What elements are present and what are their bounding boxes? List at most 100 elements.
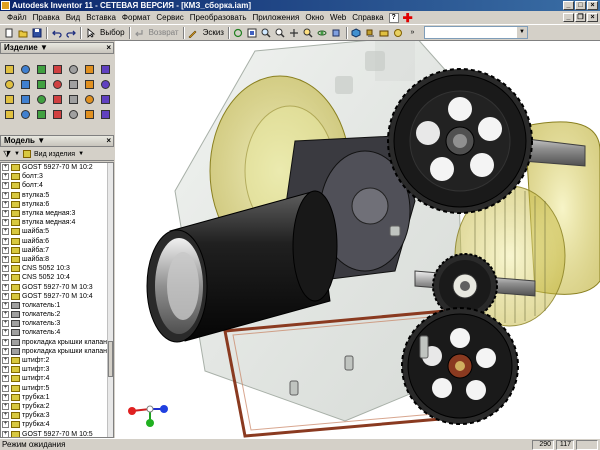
close-icon[interactable]: ×	[106, 43, 111, 53]
orbit-icon[interactable]	[316, 26, 329, 39]
tree-item[interactable]: + CNS 5052 10:4	[1, 273, 113, 282]
frame-icon[interactable]	[19, 108, 32, 121]
camera-icon[interactable]	[378, 26, 391, 39]
tree-item[interactable]: + втулка:5	[1, 191, 113, 200]
pattern-icon[interactable]	[35, 63, 48, 76]
analysis-icon[interactable]	[99, 108, 112, 121]
tree-item[interactable]: + штифт:3	[1, 365, 113, 374]
browser-panel-header[interactable]: Модель ▼ ×	[0, 135, 114, 147]
look-at-icon[interactable]	[330, 26, 343, 39]
make-layout-icon[interactable]	[35, 93, 48, 106]
chevron-down-icon[interactable]: ▼	[78, 151, 84, 157]
motion-icon[interactable]	[67, 63, 80, 76]
tree-item[interactable]: + шайба:8	[1, 255, 113, 264]
minimize-button[interactable]: _	[563, 1, 574, 10]
tree-item[interactable]: + трубка:4	[1, 420, 113, 429]
full-view-icon[interactable]	[83, 78, 96, 91]
design-accelerator-icon[interactable]	[35, 108, 48, 121]
expand-icon[interactable]: +	[2, 347, 9, 355]
select-button[interactable]: Выбор	[98, 26, 127, 39]
tree-item[interactable]: + втулка медная:3	[1, 209, 113, 218]
work-plane-icon[interactable]	[51, 93, 64, 106]
assembly-model-render[interactable]	[115, 41, 600, 438]
tree-item[interactable]: + шайба:6	[1, 237, 113, 246]
tree-item[interactable]: + толкатель:1	[1, 301, 113, 310]
section-icon[interactable]	[35, 78, 48, 91]
expand-icon[interactable]: +	[2, 338, 9, 346]
tree-item[interactable]: + втулка:6	[1, 200, 113, 209]
upper-gear[interactable]	[387, 68, 533, 214]
expand-icon[interactable]: +	[2, 357, 9, 365]
tree-item[interactable]: + GOST 5927-70 M 10:3	[1, 282, 113, 291]
work-point-icon[interactable]	[83, 93, 96, 106]
expand-icon[interactable]: +	[2, 164, 9, 172]
tree-item[interactable]: + CNS 5052 10:3	[1, 264, 113, 273]
tree-item[interactable]: + штифт:5	[1, 384, 113, 393]
chevron-down-icon[interactable]: ▼	[40, 43, 48, 52]
color-combo[interactable]: ▼	[423, 26, 528, 39]
expand-icon[interactable]: +	[2, 191, 9, 199]
new-file-icon[interactable]	[2, 26, 15, 39]
close-button[interactable]: ×	[587, 1, 598, 10]
toolbar-more-icon[interactable]: »	[406, 26, 419, 39]
chevron-down-icon[interactable]: ▼	[14, 151, 20, 157]
expand-icon[interactable]: +	[2, 366, 9, 374]
scrollbar-thumb[interactable]	[108, 341, 113, 377]
expand-icon[interactable]: +	[2, 384, 9, 392]
tree-item[interactable]: + прокладка крышки клапан	[1, 338, 113, 347]
expand-icon[interactable]: +	[2, 182, 9, 190]
menu-applications[interactable]: Приложения	[250, 11, 303, 25]
tree-item[interactable]: + болт:3	[1, 172, 113, 181]
tree-item[interactable]: + болт:4	[1, 181, 113, 190]
menu-format[interactable]: Формат	[119, 11, 153, 25]
expand-icon[interactable]: +	[2, 228, 9, 236]
pan-icon[interactable]	[288, 26, 301, 39]
tree-item[interactable]: + трубка:1	[1, 393, 113, 402]
shadow-icon[interactable]	[364, 26, 377, 39]
menu-convert[interactable]: Преобразовать	[187, 11, 250, 25]
tree-item[interactable]: + трубка:2	[1, 402, 113, 411]
expand-icon[interactable]: +	[2, 292, 9, 300]
tree-item[interactable]: + штифт:2	[1, 356, 113, 365]
tree-item[interactable]: + шайба:7	[1, 246, 113, 255]
sketch-button[interactable]: Эскиз	[201, 26, 226, 39]
select-arrow-icon[interactable]	[84, 26, 97, 39]
tree-item[interactable]: + трубка:3	[1, 411, 113, 420]
create-component-icon[interactable]	[19, 63, 32, 76]
maximize-button[interactable]: □	[575, 1, 586, 10]
expand-icon[interactable]: +	[2, 200, 9, 208]
zoom-all-icon[interactable]	[246, 26, 259, 39]
constraint-icon[interactable]	[51, 63, 64, 76]
menu-web[interactable]: Web	[327, 11, 349, 25]
tree-item[interactable]: + толкатель:2	[1, 310, 113, 319]
sketch-icon[interactable]	[187, 26, 200, 39]
tree-item[interactable]: + втулка медная:4	[1, 218, 113, 227]
redo-icon[interactable]	[64, 26, 77, 39]
tree-item[interactable]: + толкатель:3	[1, 319, 113, 328]
expand-icon[interactable]: +	[2, 421, 9, 429]
expand-icon[interactable]: +	[2, 375, 9, 383]
help-icon[interactable]: ?	[388, 12, 399, 23]
work-axis-icon[interactable]	[67, 93, 80, 106]
tree-item[interactable]: + GOST 5927-70 M 10:4	[1, 292, 113, 301]
chevron-down-icon[interactable]: ▼	[37, 136, 45, 145]
zoom-icon[interactable]	[274, 26, 287, 39]
doc-restore-button[interactable]: ❐	[575, 13, 586, 22]
filter-icon[interactable]: ⧩	[3, 149, 11, 160]
expand-icon[interactable]: +	[2, 255, 9, 263]
open-folder-icon[interactable]	[16, 26, 29, 39]
expand-icon[interactable]: +	[2, 274, 9, 282]
graphics-viewport[interactable]	[115, 41, 600, 438]
menu-view[interactable]: Вид	[63, 11, 83, 25]
menu-tools[interactable]: Сервис	[153, 11, 186, 25]
parameters-icon[interactable]	[51, 108, 64, 121]
undo-icon[interactable]	[50, 26, 63, 39]
close-icon[interactable]: ×	[106, 136, 111, 146]
red-cross-icon[interactable]: ✚	[403, 12, 413, 24]
zoom-selected-icon[interactable]	[302, 26, 315, 39]
tree-item[interactable]: + GOST 5927-70 M 10:2	[1, 163, 113, 172]
menu-insert[interactable]: Вставка	[83, 11, 119, 25]
update-icon[interactable]	[232, 26, 245, 39]
derive-icon[interactable]	[83, 108, 96, 121]
expand-icon[interactable]: +	[2, 329, 9, 337]
